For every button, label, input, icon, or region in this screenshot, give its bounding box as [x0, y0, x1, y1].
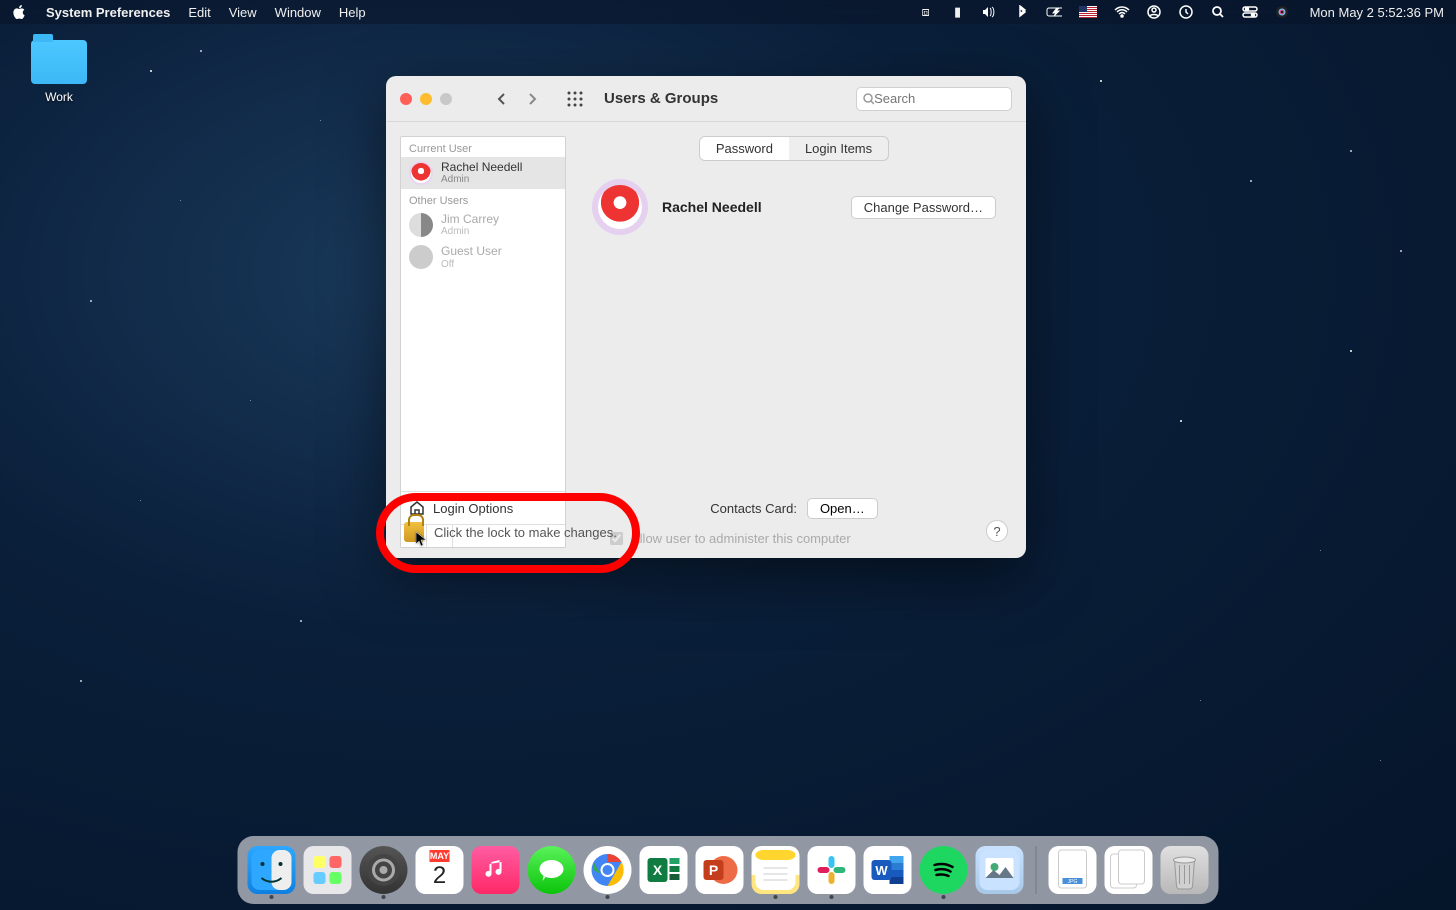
svg-text:P: P [709, 862, 718, 878]
folder-label: Work [24, 90, 94, 104]
titlebar: Users & Groups [386, 76, 1026, 122]
user-icon[interactable] [1146, 4, 1162, 20]
tab-login-items[interactable]: Login Items [789, 137, 888, 160]
dock-chrome[interactable] [584, 846, 632, 894]
folder-icon [31, 40, 87, 84]
avatar-icon [409, 213, 433, 237]
help-button[interactable]: ? [986, 520, 1008, 542]
avatar-icon [409, 161, 433, 185]
flag-icon[interactable] [1078, 4, 1098, 20]
profile-name: Rachel Needell [662, 199, 762, 215]
user-row-guest[interactable]: Guest UserOff [401, 241, 565, 273]
lock-row[interactable]: Click the lock to make changes. [404, 522, 617, 542]
search-icon [863, 93, 874, 105]
traffic-lights [400, 93, 452, 105]
bluetooth-icon[interactable] [1014, 4, 1030, 20]
user-name: Rachel Needell [441, 161, 522, 174]
lock-text: Click the lock to make changes. [434, 525, 617, 540]
users-sidebar: Current User Rachel NeedellAdmin Other U… [400, 136, 566, 548]
system-preferences-window: Users & Groups Current User Rachel Neede… [386, 76, 1026, 558]
contacts-row: Contacts Card: Open… [580, 492, 1008, 525]
close-button[interactable] [400, 93, 412, 105]
dock-recent-doc-1[interactable]: JPG [1049, 846, 1097, 894]
dock-messages[interactable] [528, 846, 576, 894]
forward-button [518, 88, 546, 110]
change-password-button[interactable]: Change Password… [851, 196, 996, 219]
dock-finder[interactable] [248, 846, 296, 894]
back-button[interactable] [488, 88, 516, 110]
siri-icon[interactable] [1274, 4, 1290, 20]
dock-trash[interactable] [1161, 846, 1209, 894]
lock-icon[interactable] [404, 522, 424, 542]
menu-help[interactable]: Help [339, 5, 366, 20]
app-name[interactable]: System Preferences [46, 5, 170, 20]
menubar: System Preferences Edit View Window Help… [0, 0, 1456, 24]
dock-system-preferences[interactable] [360, 846, 408, 894]
contacts-label: Contacts Card: [710, 501, 797, 516]
open-contacts-button[interactable]: Open… [807, 498, 878, 519]
window-title: Users & Groups [604, 90, 718, 107]
menu-edit[interactable]: Edit [188, 5, 210, 20]
dock-music[interactable] [472, 846, 520, 894]
dock-preview[interactable] [976, 846, 1024, 894]
volume-icon[interactable] [982, 4, 998, 20]
battery-menu-icon[interactable]: ▮ [950, 4, 966, 20]
dock-separator [1036, 846, 1037, 894]
dock-launchpad[interactable] [304, 846, 352, 894]
search-input[interactable] [874, 91, 1005, 106]
dock-word[interactable]: W [864, 846, 912, 894]
user-role: Admin [441, 174, 522, 185]
login-options-label: Login Options [433, 501, 513, 516]
other-users-header: Other Users [401, 189, 565, 209]
battery-icon[interactable] [1046, 4, 1062, 20]
datetime[interactable]: Mon May 2 5:52:36 PM [1310, 5, 1444, 20]
main-panel: Password Login Items Rachel Needell Chan… [580, 136, 1008, 548]
dock-recent-doc-2[interactable] [1105, 846, 1153, 894]
user-name: Jim Carrey [441, 213, 499, 226]
tab-bar: Password Login Items [699, 136, 889, 161]
show-all-button[interactable] [564, 88, 586, 110]
desktop-folder-work[interactable]: Work [24, 40, 94, 104]
user-role: Off [441, 259, 502, 270]
minimize-button[interactable] [420, 93, 432, 105]
menu-view[interactable]: View [229, 5, 257, 20]
user-name: Guest User [441, 245, 502, 258]
avatar-icon [409, 245, 433, 269]
svg-text:W: W [875, 863, 888, 878]
svg-text:X: X [653, 862, 663, 878]
login-options[interactable]: Login Options [401, 491, 565, 524]
dock: MAY2 X P W JPG [238, 836, 1219, 904]
dock-spotify[interactable] [920, 846, 968, 894]
user-role: Admin [441, 226, 499, 237]
dock-excel[interactable]: X [640, 846, 688, 894]
dropbox-icon[interactable]: ⧈ [918, 4, 934, 20]
profile-avatar[interactable] [592, 179, 648, 235]
dock-slack[interactable] [808, 846, 856, 894]
timemachine-icon[interactable] [1178, 4, 1194, 20]
profile-row: Rachel Needell Change Password… [580, 175, 1008, 239]
tab-password[interactable]: Password [700, 137, 789, 160]
spotlight-icon[interactable] [1210, 4, 1226, 20]
svg-text:JPG: JPG [1068, 879, 1078, 885]
user-row-jim[interactable]: Jim CarreyAdmin [401, 209, 565, 241]
dock-notes[interactable] [752, 846, 800, 894]
wifi-icon[interactable] [1114, 4, 1130, 20]
dock-calendar[interactable]: MAY2 [416, 846, 464, 894]
allow-admin-row: Allow user to administer this computer [580, 525, 1008, 548]
user-row-rachel[interactable]: Rachel NeedellAdmin [401, 157, 565, 189]
allow-admin-label: Allow user to administer this computer [631, 531, 851, 546]
current-user-header: Current User [401, 137, 565, 157]
dock-powerpoint[interactable]: P [696, 846, 744, 894]
search-box[interactable] [856, 87, 1012, 111]
menu-window[interactable]: Window [275, 5, 321, 20]
control-center-icon[interactable] [1242, 4, 1258, 20]
zoom-button[interactable] [440, 93, 452, 105]
apple-icon[interactable] [12, 4, 28, 20]
